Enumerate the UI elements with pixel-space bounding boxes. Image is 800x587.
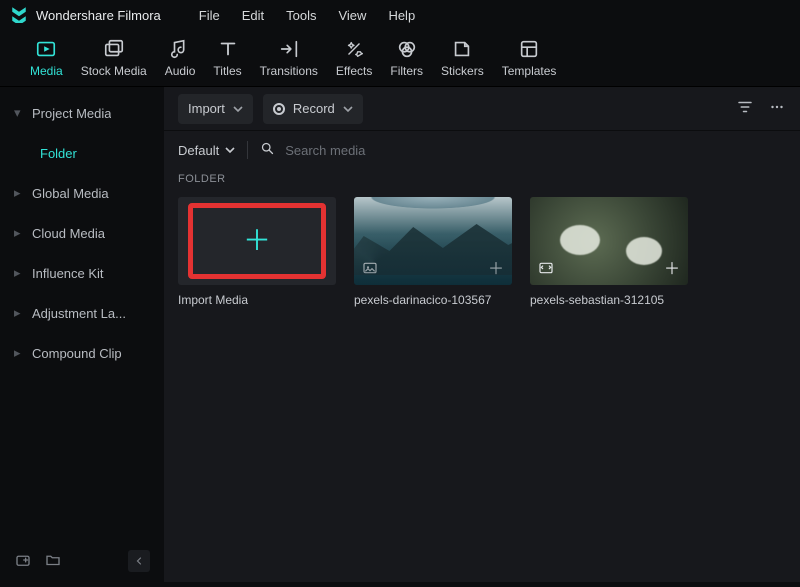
collapse-sidebar-button[interactable] bbox=[128, 550, 150, 572]
import-media-card[interactable]: ＋ Import Media bbox=[178, 197, 336, 307]
tab-templates[interactable]: Templates bbox=[502, 38, 557, 78]
sidebar-item-label: Folder bbox=[40, 146, 77, 161]
tab-stickers[interactable]: Stickers bbox=[441, 38, 484, 78]
search-input[interactable] bbox=[285, 143, 786, 158]
image-type-icon bbox=[362, 260, 378, 279]
highlight-box: ＋ bbox=[188, 203, 326, 279]
tab-stock-media[interactable]: Stock Media bbox=[81, 38, 147, 78]
tab-stock-media-label: Stock Media bbox=[81, 64, 147, 78]
menu-tools[interactable]: Tools bbox=[286, 8, 316, 23]
tab-templates-label: Templates bbox=[502, 64, 557, 78]
chevron-right-icon: ▸ bbox=[14, 305, 24, 321]
sidebar-item-label: Cloud Media bbox=[32, 226, 105, 241]
card-label: Import Media bbox=[178, 293, 336, 307]
chevron-right-icon: ▸ bbox=[14, 345, 24, 361]
app-logo: Wondershare Filmora bbox=[10, 5, 161, 26]
sidebar-item-influence-kit[interactable]: ▸ Influence Kit bbox=[0, 253, 164, 293]
chevron-right-icon: ▸ bbox=[14, 265, 24, 281]
media-thumbnail: ＋ bbox=[530, 197, 688, 285]
menu-help[interactable]: Help bbox=[388, 8, 415, 23]
new-folder-icon[interactable] bbox=[44, 551, 62, 572]
record-label: Record bbox=[293, 101, 335, 116]
chevron-down-icon bbox=[343, 104, 353, 114]
image-type-icon bbox=[538, 260, 554, 279]
record-dropdown[interactable]: Record bbox=[263, 94, 363, 124]
tab-effects[interactable]: Effects bbox=[336, 38, 372, 78]
import-dropdown[interactable]: Import bbox=[178, 94, 253, 124]
sidebar-item-cloud-media[interactable]: ▸ Cloud Media bbox=[0, 213, 164, 253]
tab-media-label: Media bbox=[30, 64, 63, 78]
sidebar-item-compound-clip[interactable]: ▸ Compound Clip bbox=[0, 333, 164, 373]
sort-dropdown[interactable]: Default bbox=[178, 143, 235, 158]
sidebar-item-adjustment-layer[interactable]: ▸ Adjustment La... bbox=[0, 293, 164, 333]
sidebar-item-label: Project Media bbox=[32, 106, 111, 121]
media-thumbnail: ＋ bbox=[354, 197, 512, 285]
chevron-down-icon bbox=[225, 145, 235, 155]
tab-titles-label: Titles bbox=[213, 64, 241, 78]
sort-label: Default bbox=[178, 143, 219, 158]
tab-filters-label: Filters bbox=[390, 64, 423, 78]
filter-icon[interactable] bbox=[736, 98, 754, 119]
app-logo-icon bbox=[10, 5, 28, 26]
import-media-thumb: ＋ bbox=[178, 197, 336, 285]
chevron-down-icon bbox=[233, 104, 243, 114]
content-area: Import Record Default bbox=[164, 87, 800, 582]
menu-view[interactable]: View bbox=[338, 8, 366, 23]
sidebar-item-folder[interactable]: Folder bbox=[0, 133, 164, 173]
media-card[interactable]: ＋ pexels-sebastian-312105 bbox=[530, 197, 688, 307]
add-to-timeline-icon[interactable]: ＋ bbox=[664, 255, 680, 279]
tab-transitions-label: Transitions bbox=[260, 64, 318, 78]
app-title: Wondershare Filmora bbox=[36, 8, 161, 23]
chevron-right-icon: ▸ bbox=[14, 185, 24, 201]
sidebar: ▾ Project Media Folder ▸ Global Media ▸ … bbox=[0, 87, 164, 582]
plus-icon: ＋ bbox=[243, 227, 271, 255]
tab-transitions[interactable]: Transitions bbox=[260, 38, 318, 78]
tab-titles[interactable]: Titles bbox=[213, 38, 241, 78]
tab-audio[interactable]: Audio bbox=[165, 38, 196, 78]
media-grid: ＋ Import Media ＋ pexels-darinacico-10356… bbox=[164, 193, 800, 311]
action-bar: Import Record bbox=[164, 87, 800, 131]
sidebar-item-label: Compound Clip bbox=[32, 346, 122, 361]
chevron-down-icon: ▾ bbox=[14, 105, 24, 121]
title-bar: Wondershare Filmora File Edit Tools View… bbox=[0, 0, 800, 30]
sidebar-item-label: Adjustment La... bbox=[32, 306, 126, 321]
media-card[interactable]: ＋ pexels-darinacico-103567 bbox=[354, 197, 512, 307]
record-icon bbox=[273, 103, 285, 115]
card-label: pexels-sebastian-312105 bbox=[530, 293, 688, 307]
sidebar-item-label: Influence Kit bbox=[32, 266, 104, 281]
sidebar-item-label: Global Media bbox=[32, 186, 109, 201]
chevron-right-icon: ▸ bbox=[14, 225, 24, 241]
sidebar-bottom bbox=[0, 550, 164, 572]
tab-media[interactable]: Media bbox=[30, 38, 63, 78]
divider bbox=[247, 141, 248, 159]
sidebar-item-global-media[interactable]: ▸ Global Media bbox=[0, 173, 164, 213]
tab-effects-label: Effects bbox=[336, 64, 372, 78]
card-label: pexels-darinacico-103567 bbox=[354, 293, 512, 307]
tab-filters[interactable]: Filters bbox=[390, 38, 423, 78]
menu-file[interactable]: File bbox=[199, 8, 220, 23]
main-toolbar: Media Stock Media Audio Titles Transitio… bbox=[0, 30, 800, 87]
tab-stickers-label: Stickers bbox=[441, 64, 484, 78]
more-icon[interactable] bbox=[768, 98, 786, 119]
new-bin-icon[interactable] bbox=[14, 551, 32, 572]
tab-audio-label: Audio bbox=[165, 64, 196, 78]
section-folder-label: FOLDER bbox=[164, 169, 800, 193]
menu-bar: File Edit Tools View Help bbox=[199, 8, 415, 23]
import-label: Import bbox=[188, 101, 225, 116]
menu-edit[interactable]: Edit bbox=[242, 8, 264, 23]
search-bar: Default bbox=[164, 131, 800, 169]
sidebar-item-project-media[interactable]: ▾ Project Media bbox=[0, 93, 164, 133]
add-to-timeline-icon[interactable]: ＋ bbox=[488, 255, 504, 279]
search-icon bbox=[260, 141, 275, 159]
